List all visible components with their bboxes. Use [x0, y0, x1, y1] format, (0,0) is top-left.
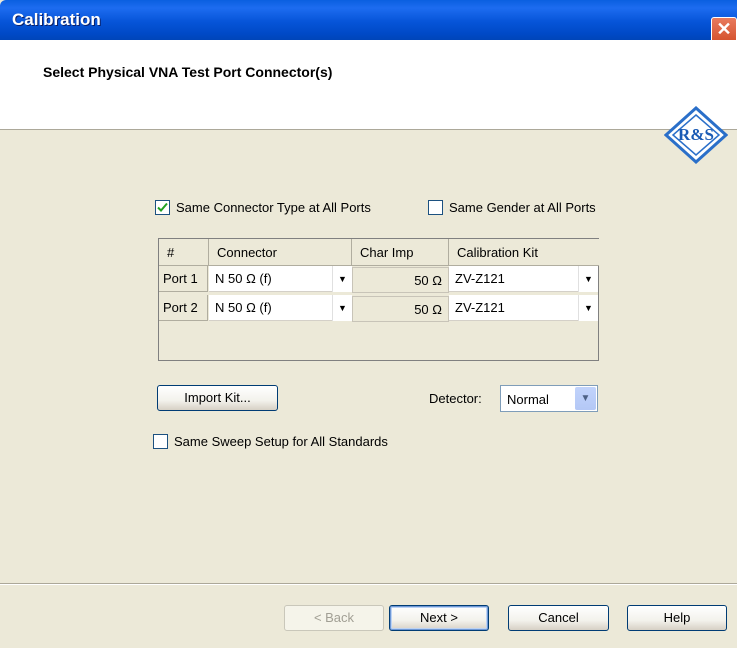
- kit-dropdown-arrow-icon[interactable]: ▼: [578, 266, 598, 292]
- same-connector-option[interactable]: Same Connector Type at All Ports: [155, 200, 371, 215]
- connector-dropdown-arrow-icon[interactable]: ▼: [332, 295, 352, 321]
- same-gender-label: Same Gender at All Ports: [449, 200, 596, 215]
- same-gender-option[interactable]: Same Gender at All Ports: [428, 200, 596, 215]
- import-kit-button[interactable]: Import Kit...: [157, 385, 278, 411]
- page-heading: Select Physical VNA Test Port Connector(…: [43, 64, 333, 80]
- close-icon: ✕: [716, 19, 732, 39]
- same-connector-checkbox[interactable]: [155, 200, 170, 215]
- chevron-down-icon[interactable]: ▼: [575, 387, 596, 410]
- same-sweep-checkbox[interactable]: [153, 434, 168, 449]
- column-header-char-imp: Char Imp: [352, 239, 449, 266]
- cancel-button[interactable]: Cancel: [508, 605, 609, 631]
- kit-cell-port-1[interactable]: ZV-Z121: [449, 266, 578, 292]
- row-header-port-2: Port 2: [159, 295, 208, 321]
- kit-cell-port-2[interactable]: ZV-Z121: [449, 295, 578, 321]
- detector-value: Normal: [507, 392, 549, 407]
- detector-label: Detector:: [429, 391, 482, 406]
- detector-select[interactable]: Normal ▼: [500, 385, 598, 412]
- connector-cell-port-1[interactable]: N 50 Ω (f): [209, 266, 332, 292]
- same-sweep-label: Same Sweep Setup for All Standards: [174, 434, 388, 449]
- same-connector-label: Same Connector Type at All Ports: [176, 200, 371, 215]
- connector-cell-port-2[interactable]: N 50 Ω (f): [209, 295, 332, 321]
- column-header-connector: Connector: [209, 239, 352, 266]
- window-title: Calibration: [12, 10, 101, 29]
- wizard-header: Select Physical VNA Test Port Connector(…: [0, 40, 737, 164]
- same-sweep-option[interactable]: Same Sweep Setup for All Standards: [153, 434, 388, 449]
- rohde-schwarz-logo-icon: R&S: [664, 106, 728, 164]
- char-imp-cell-port-2: 50 Ω: [352, 296, 449, 322]
- next-button[interactable]: Next >: [389, 605, 489, 631]
- title-bar: Calibration ✕: [0, 0, 737, 43]
- back-button[interactable]: < Back: [284, 605, 384, 631]
- column-header-calibration-kit: Calibration Kit: [449, 239, 599, 266]
- kit-dropdown-arrow-icon[interactable]: ▼: [578, 295, 598, 321]
- connector-table: # Connector Char Imp Calibration Kit Por…: [158, 238, 599, 361]
- column-header-number: #: [159, 239, 209, 266]
- footer-divider: [0, 583, 737, 585]
- char-imp-cell-port-1: 50 Ω: [352, 267, 449, 293]
- connector-dropdown-arrow-icon[interactable]: ▼: [332, 266, 352, 292]
- logo-text: R&S: [678, 125, 714, 144]
- help-button[interactable]: Help: [627, 605, 727, 631]
- row-header-port-1: Port 1: [159, 266, 208, 292]
- same-gender-checkbox[interactable]: [428, 200, 443, 215]
- checkmark-icon: [157, 202, 168, 212]
